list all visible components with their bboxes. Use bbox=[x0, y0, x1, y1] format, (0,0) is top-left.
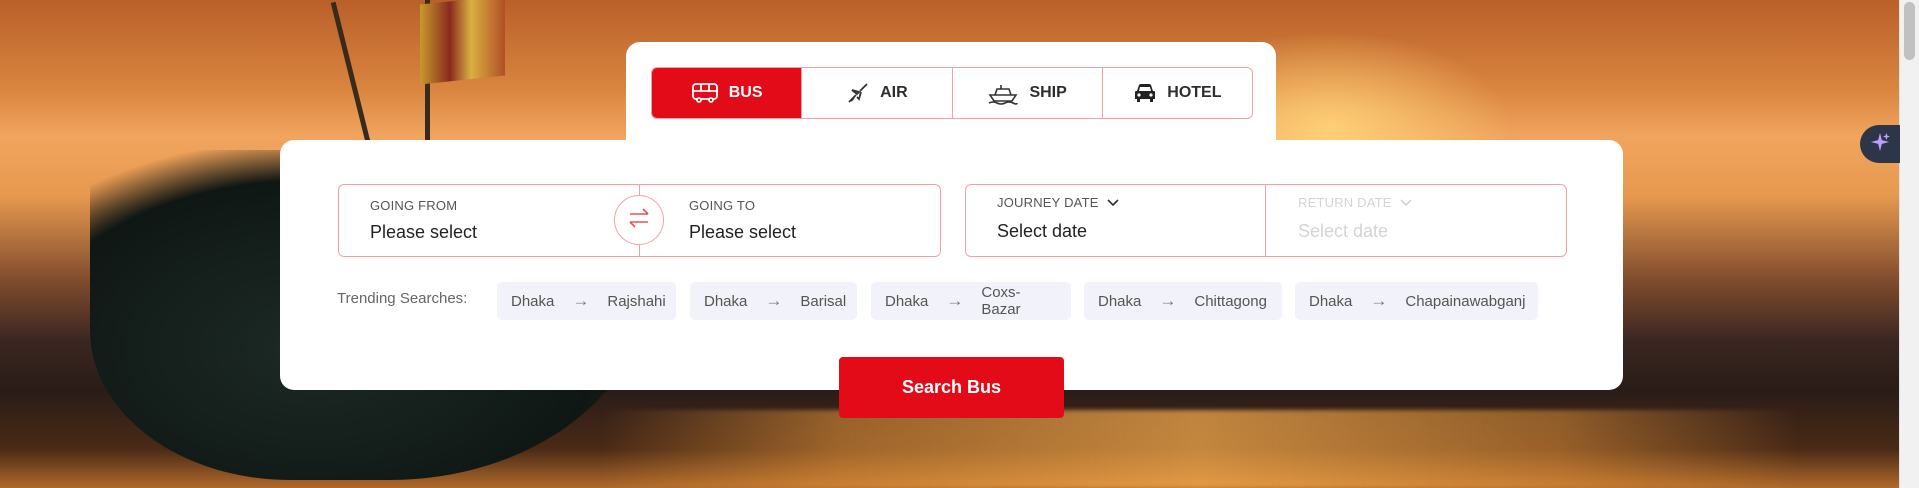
ai-assistant-button[interactable] bbox=[1860, 125, 1900, 163]
chip-to: Barisal bbox=[800, 292, 847, 310]
chip-from: Dhaka bbox=[704, 292, 748, 310]
trending-chip[interactable]: Dhaka → Chapainawabganj bbox=[1295, 282, 1538, 320]
transport-tabs: BUS AIR SHIP HOTEL bbox=[651, 67, 1253, 119]
tab-hotel[interactable]: HOTEL bbox=[1103, 68, 1252, 118]
arrow-right-icon: → bbox=[1159, 291, 1177, 310]
tab-ship[interactable]: SHIP bbox=[953, 68, 1103, 118]
boat-flag bbox=[420, 0, 505, 85]
trending-chip[interactable]: Dhaka → Coxs-Bazar bbox=[871, 282, 1071, 320]
tab-air[interactable]: AIR bbox=[802, 68, 953, 118]
airplane-icon bbox=[846, 81, 870, 105]
scrollbar-thumb[interactable] bbox=[1904, 2, 1915, 60]
search-card bbox=[280, 140, 1623, 390]
return-date-label-row: RETURN DATE bbox=[1298, 195, 1412, 210]
chip-from: Dhaka bbox=[511, 292, 555, 310]
chip-to: Chittagong bbox=[1194, 292, 1267, 310]
boat-mast bbox=[330, 1, 375, 159]
chevron-down-icon bbox=[1107, 195, 1119, 210]
journey-date-label: JOURNEY DATE bbox=[997, 195, 1099, 210]
water-reflection bbox=[600, 410, 1800, 488]
going-to-field[interactable]: GOING TO Please select bbox=[640, 185, 940, 256]
return-date-field[interactable]: RETURN DATE Select date bbox=[1266, 185, 1566, 256]
search-bus-button[interactable]: Search Bus bbox=[839, 357, 1064, 418]
journey-date-field[interactable]: JOURNEY DATE Select date bbox=[966, 185, 1266, 256]
chip-to: Rajshahi bbox=[607, 292, 666, 310]
trending-chip[interactable]: Dhaka → Barisal bbox=[690, 282, 857, 320]
arrow-right-icon: → bbox=[765, 291, 783, 310]
going-from-value: Please select bbox=[370, 222, 478, 242]
arrow-right-icon: → bbox=[572, 291, 590, 310]
trending-searches-label: Trending Searches: bbox=[337, 290, 468, 307]
going-from-label: GOING FROM bbox=[370, 198, 458, 213]
tab-label: AIR bbox=[880, 84, 908, 101]
route-selector: GOING FROM Please select GOING TO Please… bbox=[338, 184, 941, 257]
return-date-value: Select date bbox=[1298, 221, 1389, 241]
chip-from: Dhaka bbox=[1309, 292, 1353, 310]
chip-from: Dhaka bbox=[885, 292, 929, 310]
tab-bus[interactable]: BUS bbox=[652, 68, 803, 118]
going-to-value: Please select bbox=[689, 222, 797, 242]
tab-label: HOTEL bbox=[1167, 84, 1222, 101]
ship-icon bbox=[987, 81, 1019, 105]
journey-date-label-row: JOURNEY DATE bbox=[997, 195, 1119, 210]
going-to-label: GOING TO bbox=[689, 198, 756, 213]
arrow-right-icon: → bbox=[1370, 291, 1388, 310]
chip-to: Coxs-Bazar bbox=[981, 284, 1021, 318]
journey-date-value: Select date bbox=[997, 221, 1088, 241]
chip-from: Dhaka bbox=[1098, 292, 1142, 310]
page-scrollbar[interactable] bbox=[1899, 0, 1919, 488]
chip-to: Chapainawabganj bbox=[1405, 292, 1526, 310]
return-date-label: RETURN DATE bbox=[1298, 195, 1392, 210]
going-from-field[interactable]: GOING FROM Please select bbox=[339, 185, 639, 256]
car-icon bbox=[1133, 82, 1157, 104]
tab-label: BUS bbox=[728, 84, 763, 101]
sparkle-icon bbox=[1869, 131, 1891, 158]
tab-label: SHIP bbox=[1029, 84, 1067, 101]
trending-chip[interactable]: Dhaka → Chittagong bbox=[1084, 282, 1282, 320]
bus-icon bbox=[691, 82, 719, 104]
arrow-right-icon: → bbox=[946, 291, 964, 310]
chevron-down-icon bbox=[1400, 195, 1412, 210]
date-selector: JOURNEY DATE Select date RETURN DATE Sel… bbox=[965, 184, 1567, 257]
trending-chip[interactable]: Dhaka → Rajshahi bbox=[497, 282, 676, 320]
